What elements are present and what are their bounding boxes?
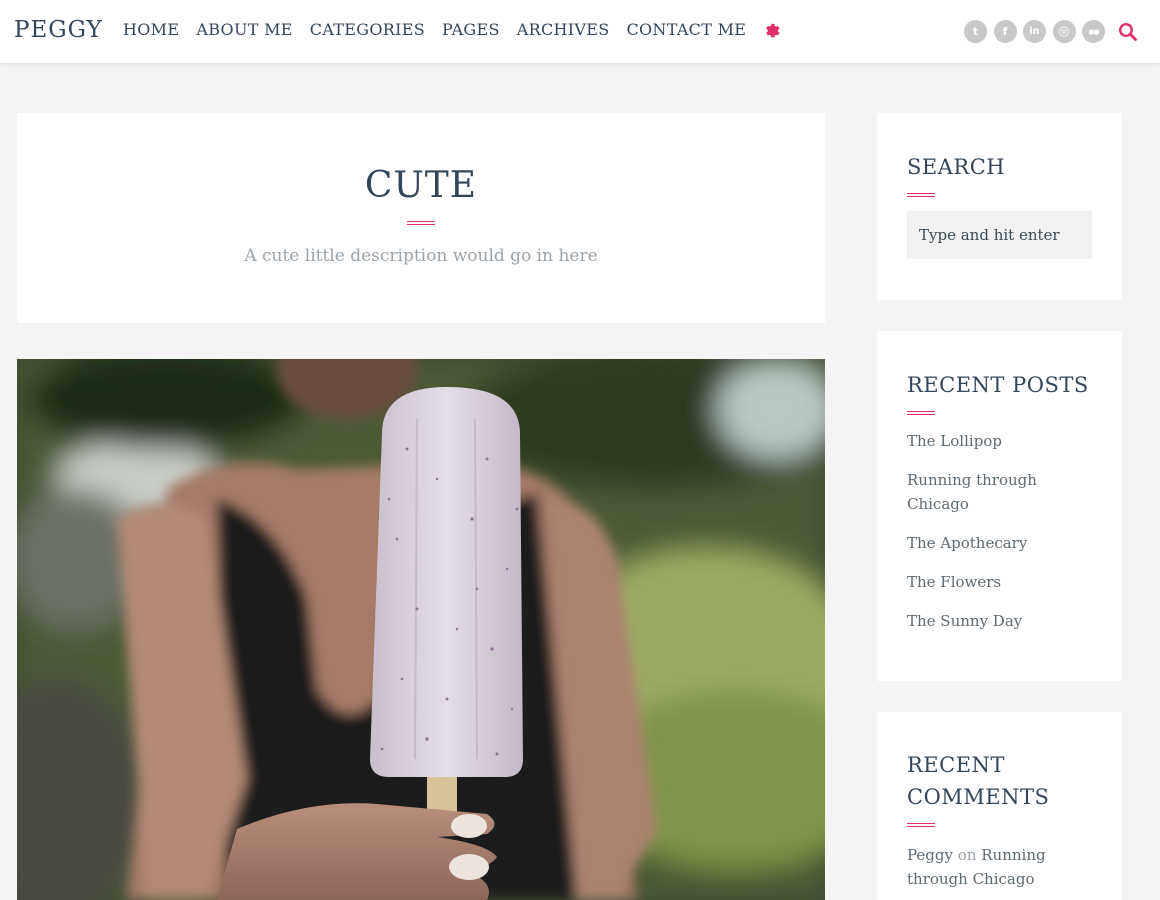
nav-item-about-me[interactable]: ABOUT ME — [196, 20, 292, 39]
recent-posts-widget: RECENT POSTS The Lollipop Running throug… — [877, 331, 1122, 681]
sidebar-search-input[interactable] — [907, 211, 1092, 259]
comment-author-link[interactable]: Peggy — [907, 846, 953, 864]
recent-post-link[interactable]: The Flowers — [907, 570, 1077, 594]
top-navigation-bar: PEGGY HOME ABOUT ME CATEGORIES PAGES ARC… — [0, 0, 1160, 63]
category-title: CUTE — [364, 165, 478, 206]
recent-post-link[interactable]: The Lollipop — [907, 429, 1077, 453]
widget-divider — [907, 411, 935, 415]
facebook-icon[interactable]: f — [993, 20, 1017, 43]
title-divider — [407, 221, 435, 225]
recent-comment: Peggy on Running through Chicago — [907, 843, 1082, 891]
twitter-icon[interactable]: t — [964, 20, 987, 43]
gear-icon[interactable] — [763, 21, 781, 39]
nav-item-categories[interactable]: CATEGORIES — [310, 20, 425, 39]
recent-comments-widget: RECENT COMMENTS Peggy on Running through… — [877, 712, 1122, 900]
recent-post-link[interactable]: Running through Chicago — [907, 468, 1077, 516]
search-widget: SEARCH — [877, 113, 1122, 300]
nav-item-contact-me[interactable]: CONTACT ME — [626, 20, 746, 39]
widget-title-search: SEARCH — [907, 155, 1006, 179]
social-links: t f in ◎ ●● — [958, 20, 1105, 43]
widget-title-recent-posts: RECENT POSTS — [907, 373, 1089, 397]
comment-connector: on — [957, 846, 977, 864]
recent-post-link[interactable]: The Sunny Day — [907, 609, 1077, 633]
nav-item-archives[interactable]: ARCHIVES — [517, 20, 610, 39]
nav-item-home[interactable]: HOME — [123, 20, 179, 39]
site-logo[interactable]: PEGGY — [14, 17, 103, 43]
category-header-card: CUTE A cute little description would go … — [17, 113, 825, 323]
recent-post-link[interactable]: The Apothecary — [907, 531, 1077, 555]
recent-posts-list: The Lollipop Running through Chicago The… — [907, 429, 1122, 633]
flickr-icon[interactable]: ●● — [1082, 20, 1105, 43]
widget-divider — [907, 823, 935, 827]
search-icon[interactable] — [1118, 22, 1138, 42]
linkedin-icon[interactable]: in — [1023, 20, 1046, 43]
main-nav: HOME ABOUT ME CATEGORIES PAGES ARCHIVES … — [123, 20, 781, 39]
nav-item-pages[interactable]: PAGES — [442, 20, 500, 39]
popsicle-photo — [17, 359, 825, 900]
widget-divider — [907, 193, 935, 197]
featured-post-image[interactable] — [17, 359, 825, 900]
instagram-icon[interactable]: ◎ — [1052, 20, 1076, 43]
widget-title-recent-comments: RECENT COMMENTS — [907, 753, 1050, 809]
category-description: A cute little description would go in he… — [244, 246, 598, 266]
